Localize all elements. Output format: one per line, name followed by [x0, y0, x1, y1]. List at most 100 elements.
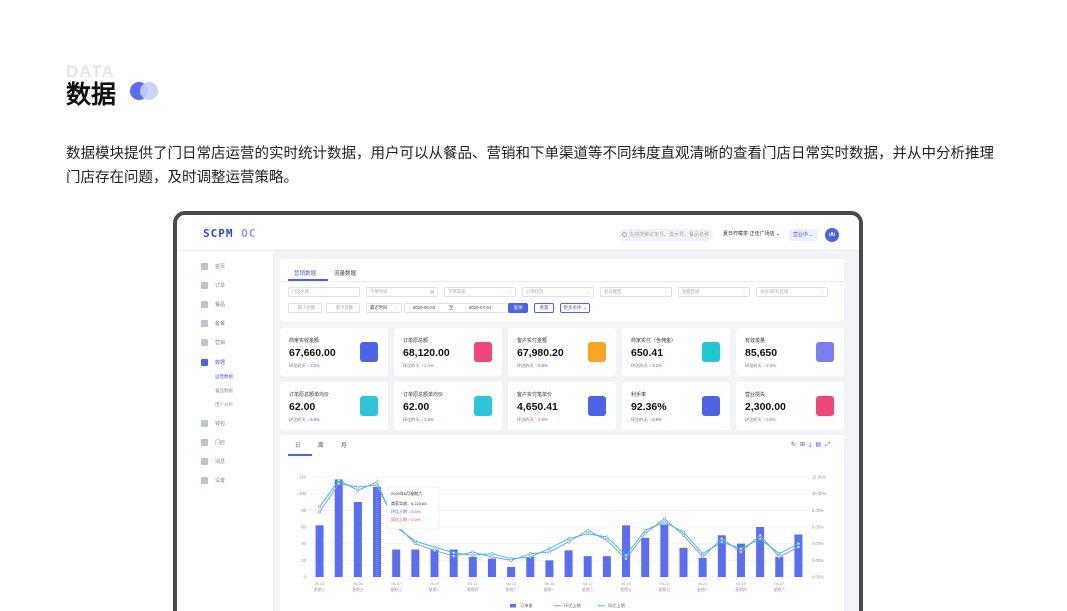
- series-point: [567, 540, 571, 544]
- stat-compare-label: 环比昨天: [517, 363, 534, 368]
- date-range-field[interactable]: 2020-06-03 至 2020-07-04 ▦: [404, 303, 516, 313]
- stat-card[interactable]: 商家实收金额 67,660.00 环比昨天 ↓ 3.2%: [280, 328, 388, 376]
- tab-marketing-data[interactable]: 营销数据: [294, 269, 316, 277]
- fullscreen-icon[interactable]: ⤢: [825, 442, 834, 448]
- sidebar-item-settings[interactable]: 设置: [201, 477, 225, 485]
- download-icon[interactable]: ⤓: [809, 442, 816, 448]
- sidebar-item-dish[interactable]: 餐品: [201, 301, 225, 309]
- stat-card[interactable]: 客户实付笔单价 4,650.41 环比昨天 ↑ 5.6%: [508, 382, 616, 430]
- settings-icon: [201, 477, 208, 485]
- legend-label: 环比上期: [564, 602, 581, 609]
- sidebar-subitem[interactable]: 餐品数据: [215, 388, 233, 394]
- app-logo[interactable]: SCPM OC: [203, 227, 256, 240]
- sidebar-subitem[interactable]: 运营数据: [215, 374, 233, 380]
- sidebar-item-prep[interactable]: 备餐: [201, 320, 226, 328]
- tooltip-line-1: 商家实收：6,223.65: [391, 500, 427, 506]
- stat-card[interactable]: 订单原总额 68,120.00 环比昨天 ↑ 2.4%: [394, 328, 502, 376]
- range-type-value: 最近时间: [370, 305, 388, 310]
- stat-label: 利手率: [631, 392, 647, 398]
- series-point: [777, 555, 781, 559]
- order-channel-select[interactable]: 下单渠道 ⌄: [444, 287, 516, 297]
- table-view-icon[interactable]: ▤: [816, 442, 826, 448]
- stat-compare: 环比昨天 ↓ 3.2%: [631, 363, 662, 369]
- tooltip-line-3: 同比上期 ↑ 5.0%: [391, 516, 421, 522]
- sidebar-item-label: 备餐: [215, 321, 226, 327]
- filter-icon[interactable]: ⊞: [800, 442, 809, 448]
- sidebar-item-store[interactable]: 门店: [201, 439, 225, 447]
- x-tick-label: 06-27: [774, 582, 784, 586]
- stat-card[interactable]: 营业损失 2,300.00 环比昨天 ↑ 0.8%: [736, 382, 844, 430]
- sidebar-item-marketing[interactable]: 营销: [201, 339, 225, 347]
- series-point: [624, 553, 628, 557]
- tab-month[interactable]: 月: [341, 441, 347, 449]
- trend-chart[interactable]: 0 0.00% 20 2.00% 40 4.00% 60 6.00% 80 8.00% 100 10.…: [280, 457, 844, 611]
- x-tick-label: 06-09: [430, 582, 440, 586]
- stat-card[interactable]: 客户实付金额 67,980.20 环比昨天 ↓ 5.8%: [508, 328, 616, 376]
- avatar[interactable]: db: [825, 228, 839, 242]
- series-point: [547, 550, 551, 554]
- stat-card[interactable]: 订单原总额单均价 62.00 环比昨天 ↓ 5.8%: [280, 382, 388, 430]
- active-period-indicator: [288, 454, 312, 456]
- x-tick-weekday: 星期四: [735, 587, 747, 592]
- store-name-field[interactable]: 门店名称: [288, 287, 360, 297]
- stat-value: 85,650: [745, 347, 778, 359]
- stat-compare: 环比昨天 ↓ 5.8%: [631, 417, 662, 423]
- y-right-tick-label: 8.00%: [812, 508, 824, 513]
- sidebar-item-chart[interactable]: 数据: [201, 359, 225, 367]
- stat-delta: ↓ 3.2%: [306, 363, 320, 368]
- sidebar-item-wallet[interactable]: 钱包: [201, 420, 225, 428]
- stat-label: 订单原总额单均价: [289, 392, 330, 398]
- sidebar-subitem[interactable]: 用户分析: [215, 402, 233, 408]
- sidebar-item-message[interactable]: 消息: [201, 458, 226, 466]
- min-amount-field[interactable]: 最小金额: [288, 303, 322, 313]
- stat-card[interactable]: 商家实付（含佣金） 650.41 环比昨天 ↓ 3.2%: [622, 328, 730, 376]
- global-search-input[interactable]: 支持搜索订单号、流水号、餐品名称: [619, 229, 713, 241]
- filter-panel: 营销数据 流量数据 门店名称 下单时间 ▦ 下单渠道 ⌄ 订单状态 ⌄ 会员类型 ⌄ 金…: [280, 259, 844, 321]
- series-point: [796, 542, 800, 546]
- region-select[interactable]: 省份/城市/区域 ⌄: [756, 287, 828, 297]
- series-point: [758, 533, 762, 537]
- series-point: [739, 550, 743, 554]
- store-selector[interactable]: 夏日柠檬茶·正佳广场店 ⌄: [723, 230, 780, 237]
- store-icon: [201, 439, 208, 447]
- order-status-select[interactable]: 订单状态 ⌄: [522, 287, 594, 297]
- series-point: [720, 540, 724, 544]
- tab-week[interactable]: 周: [318, 441, 324, 449]
- series-point: [796, 545, 800, 549]
- series-point: [509, 557, 513, 561]
- x-tick-weekday: 星期日: [659, 587, 671, 592]
- stat-value: 67,980.20: [517, 347, 564, 359]
- reset-button[interactable]: 重置: [534, 303, 554, 313]
- order-time-field[interactable]: 下单时间 ▦: [366, 287, 438, 297]
- range-type-select[interactable]: 最近时间 ⌄: [366, 303, 402, 313]
- more-conditions-button[interactable]: 更多条件 ⌄: [560, 303, 590, 313]
- legend-label: 订单量: [520, 602, 533, 609]
- sidebar-item-label: 订单: [215, 283, 226, 289]
- bar-06-14: [526, 557, 535, 577]
- stat-delta: ↓ 3.2%: [648, 363, 662, 368]
- stat-value: 68,120.00: [403, 347, 450, 359]
- tab-traffic-data[interactable]: 流量数据: [334, 269, 356, 277]
- sidebar-item-home[interactable]: 首页: [201, 263, 225, 271]
- series-point: [413, 539, 417, 543]
- stat-card[interactable]: 有效单量 85,650 环比昨天 ↑ 2.2%: [736, 328, 844, 376]
- sidebar-item-label: 消息: [215, 459, 226, 465]
- stat-compare: 环比昨天 ↑ 2.2%: [745, 363, 776, 369]
- stat-label: 商家实收金额: [289, 338, 320, 344]
- status-badge[interactable]: 营业中 ⌄: [789, 229, 818, 241]
- sidebar-item-order[interactable]: 订单: [201, 282, 226, 290]
- stat-card[interactable]: 利手率 92.36% 环比昨天 ↓ 5.8%: [622, 382, 730, 430]
- query-button[interactable]: 查询: [508, 303, 528, 313]
- member-type-select[interactable]: 会员类型 ⌄: [600, 287, 672, 297]
- series-point: [624, 557, 628, 561]
- stat-compare-label: 环比昨天: [403, 417, 420, 422]
- stat-card[interactable]: 订单原总额单均价 62.00 环比昨天 ↓ 3.6%: [394, 382, 502, 430]
- tab-day[interactable]: 日: [295, 441, 301, 449]
- amount-range-select[interactable]: 金额区间 ⌄: [678, 287, 750, 297]
- stat-value: 2,300.00: [745, 401, 786, 413]
- refresh-icon[interactable]: ↻: [791, 442, 800, 448]
- stat-compare-label: 环比昨天: [517, 417, 534, 422]
- stat-compare-label: 环比昨天: [289, 417, 306, 422]
- x-tick-weekday: 星期五: [352, 587, 364, 592]
- max-amount-field[interactable]: 最大金额: [326, 303, 360, 313]
